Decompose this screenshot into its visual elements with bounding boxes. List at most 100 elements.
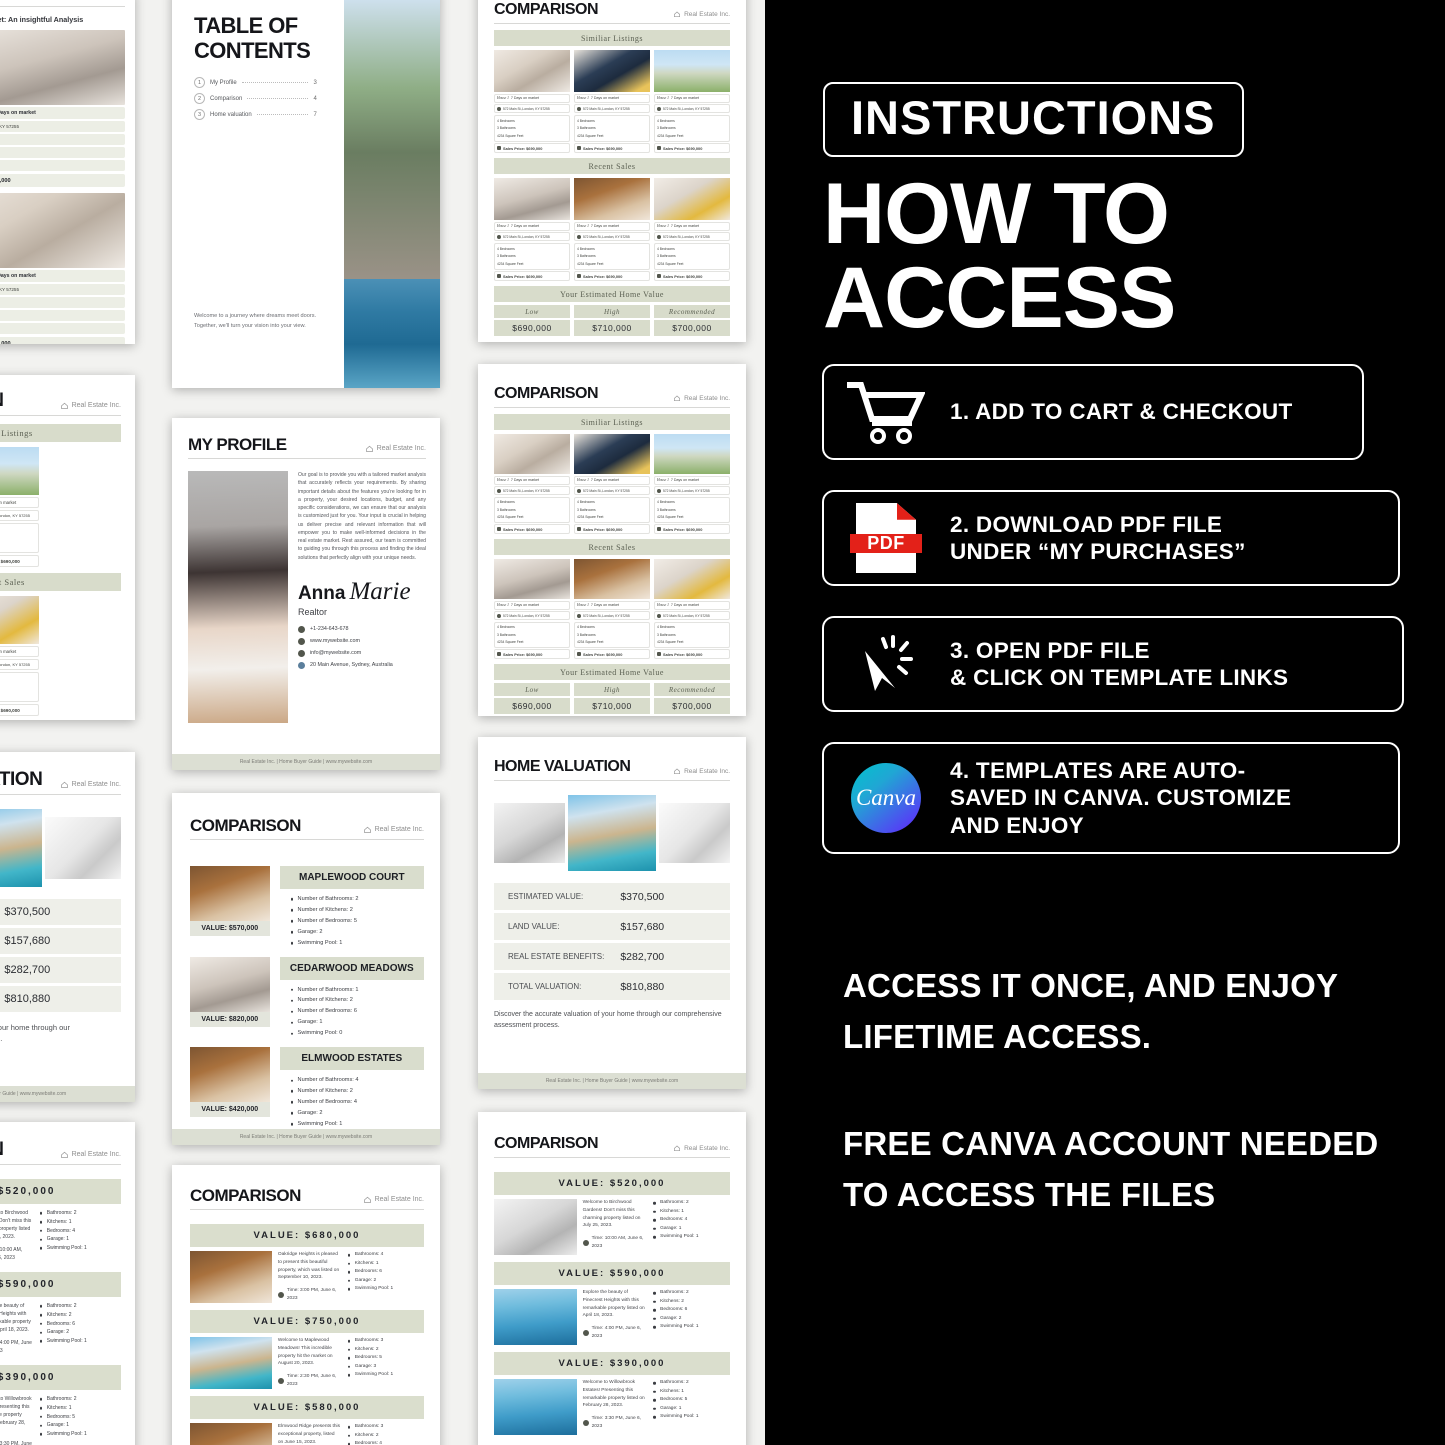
- step-download-pdf[interactable]: PDF 2. DOWNLOAD PDF FILE UNDER “MY PURCH…: [822, 490, 1400, 586]
- house-label: House 1: [577, 603, 589, 607]
- listing-card[interactable]: House 17 Days on market 572 Main St.,Lon…: [654, 50, 730, 153]
- clock-icon: [277, 1291, 284, 1298]
- listing-time: Time: 10:00 AM, June 6, 2023: [591, 1236, 644, 1249]
- page-home-valuation[interactable]: HOME VALUATION Real Estate Inc. ESTIMATE…: [478, 737, 746, 1089]
- section-similar-listings: Similiar Listings: [494, 414, 730, 430]
- page-footer: Real Estate Inc. | Home Buyer Guide | ww…: [478, 1073, 746, 1089]
- listing-card[interactable]: House 17 Days on market 572 Main St.,Lon…: [574, 559, 650, 659]
- property-name: CEDARWOOD MEADOWS: [279, 956, 424, 980]
- page-comparison-values-a[interactable]: COMPARISON Real Estate Inc. VALUE: $680,…: [172, 1165, 440, 1445]
- brand-logo: Real Estate Inc.: [673, 1144, 730, 1152]
- toc-welcome-text: Welcome to a journey where dreams meet d…: [194, 313, 317, 330]
- page-comparison-values-partial[interactable]: COMPARISON Real Estate Inc. VALUE: $520,…: [0, 1122, 135, 1445]
- spec-list: Bathrooms: 2 Kitchens: 2 Bedrooms: 6 Gar…: [652, 1289, 730, 1345]
- spec-item: Kitchens: 2: [660, 1298, 730, 1307]
- spec-item: Number of Kitchens: 2: [298, 905, 424, 916]
- property-name: MAPLEWOOD COURT: [279, 866, 424, 889]
- step-canva-templates[interactable]: Canva 4. TEMPLATES ARE AUTO- SAVED IN CA…: [822, 742, 1400, 854]
- page-comparison-listings-top[interactable]: COMPARISON Real Estate Inc. Similiar Lis…: [478, 0, 746, 342]
- house-badge-icon: [60, 1151, 68, 1158]
- contact-address[interactable]: 20 Main Avenue, Sydney, Australia: [297, 661, 426, 669]
- days-on-market: 7 Days on market: [0, 273, 36, 279]
- section-recent-sales: Recent Sales: [494, 539, 730, 555]
- listing-card[interactable]: House 17 Days on market 572 Main St.,Lon…: [494, 50, 570, 153]
- page-comparison-values-b[interactable]: COMPARISON Real Estate Inc. VALUE: $520,…: [478, 1112, 746, 1445]
- property-photo: [494, 50, 570, 92]
- brand-name: Real Estate Inc.: [374, 1196, 424, 1203]
- listing-card[interactable]: House 1 7 Days on market 572 Main St.,Lo…: [0, 193, 125, 344]
- page-title: MY PROFILE: [188, 435, 287, 454]
- address: 572 Main St.,London, KY 57255: [663, 106, 710, 111]
- toc-entry[interactable]: 3 Home valuation 7: [194, 109, 317, 121]
- page-home-valuation-partial[interactable]: HOME VALUATION Real Estate Inc. ESTIMATE…: [0, 752, 135, 1102]
- clock-icon: [582, 1239, 589, 1246]
- address: 572 Main St.,London, KY 57255: [663, 613, 710, 618]
- step-add-to-cart[interactable]: 1. ADD TO CART & CHECKOUT: [822, 364, 1364, 460]
- price-tag-icon: [577, 146, 581, 150]
- price-tag-icon: [657, 274, 661, 278]
- valuation-value: $810,880: [620, 980, 665, 993]
- listing-card[interactable]: House 17 Days on market 572 Main St.,Lon…: [0, 596, 39, 716]
- contact-website[interactable]: www.mywebsite.com: [297, 637, 426, 645]
- toc-entry[interactable]: 2 Comparison 4: [194, 93, 317, 105]
- listing-card[interactable]: House 17 Days on market 572 Main St.,Lon…: [574, 434, 650, 534]
- listing-card[interactable]: House 17 Days on market 572 Main St.,Lon…: [494, 178, 570, 281]
- listing-card[interactable]: House 17 Days on market 572 Main St.,Lon…: [0, 447, 39, 567]
- address: 572 Main St.,London, KY 57255: [503, 106, 550, 111]
- page-comparison-listings-partial[interactable]: COMPARISON Real Estate Inc. Similiar Lis…: [0, 375, 135, 720]
- market-heading: Real Estate Market: An insightful Analys…: [0, 15, 84, 24]
- contact-email[interactable]: info@mywebsite.com: [297, 649, 426, 657]
- value-header: VALUE: $390,000: [494, 1352, 730, 1375]
- section-estimated-value: Your Estimated Home Value: [494, 664, 730, 680]
- step-open-pdf[interactable]: 3. OPEN PDF FILE & CLICK ON TEMPLATE LIN…: [822, 616, 1404, 712]
- canva-label: Canva: [855, 785, 917, 810]
- square-feet: 4234 Square Feet: [657, 261, 684, 266]
- days-on-market: 7 Days on market: [670, 478, 700, 482]
- spec-list: Number of Bathrooms: 4 Number of Kitchen…: [280, 1075, 424, 1130]
- listing-time: Time: 4:00 PM, June 6, 2023: [591, 1326, 642, 1339]
- listing-card[interactable]: House 17 Days on market 572 Main St.,Lon…: [654, 559, 730, 659]
- step-label: 2. DOWNLOAD PDF FILE UNDER “MY PURCHASES…: [950, 511, 1246, 566]
- page-table-of-contents[interactable]: TABLE OF CONTENTS 1 My Profile 3 2 Compa…: [172, 0, 440, 388]
- spec-item: Swimming Pool: 1: [47, 1430, 121, 1439]
- bathrooms: 3 Bathrooms: [497, 254, 516, 258]
- page-title: COMPARISON: [494, 1, 599, 18]
- valuation-value: $282,700: [4, 964, 51, 976]
- property-photo: [494, 1379, 577, 1435]
- listing-card[interactable]: House 17 Days on market 572 Main St.,Lon…: [494, 434, 570, 534]
- bedrooms: 4 Bedrooms: [657, 246, 675, 251]
- toc-entry[interactable]: 1 My Profile 3: [194, 77, 317, 89]
- estimate-label: Low: [494, 305, 570, 318]
- listing-card[interactable]: House 17 Days on market 572 Main St.,Lon…: [574, 50, 650, 153]
- page-market-analysis-partial[interactable]: Real Estate Market: An insightful Analys…: [0, 0, 135, 344]
- property-photo: [190, 1337, 272, 1389]
- house-badge-icon: [363, 826, 371, 833]
- valuation-value: $370,500: [620, 890, 665, 903]
- page-my-profile[interactable]: MY PROFILE Real Estate Inc. Our goal is …: [172, 418, 440, 770]
- instructions-badge: INSTRUCTIONS: [823, 82, 1244, 157]
- price-tag-icon: [497, 146, 501, 150]
- sales-price: Sales Price: $690,000: [583, 651, 623, 657]
- days-on-market: 7 Days on market: [510, 478, 540, 482]
- listing-card[interactable]: House 17 Days on market 572 Main St.,Lon…: [654, 178, 730, 281]
- spec-item: Bathrooms: 2: [47, 1302, 121, 1311]
- listing-card[interactable]: House 17 Days on market 572 Main St.,Lon…: [494, 559, 570, 659]
- price-tag-icon: [577, 652, 581, 656]
- clock-icon: [582, 1419, 589, 1426]
- contact-phone[interactable]: +1-234-643-678: [297, 625, 426, 633]
- spec-list: Bathrooms: 2 Kitchens: 1 Bedrooms: 4 Gar…: [652, 1199, 730, 1255]
- listing-card[interactable]: House 17 Days on market 572 Main St.,Lon…: [574, 178, 650, 281]
- bathrooms: 3 Bathrooms: [657, 126, 676, 130]
- spec-list: Bathrooms: 2 Kitchens: 1 Bedrooms: 5 Gar…: [652, 1379, 730, 1435]
- listing-card[interactable]: House 1 7 Days on market 572 Main St.,Lo…: [0, 30, 125, 187]
- brand-name: Real Estate Inc.: [684, 767, 730, 775]
- valuation-note: Discover the accurate valuation of your …: [0, 1023, 70, 1044]
- days-on-market: 7 Days on market: [510, 224, 540, 228]
- page-comparison-listings-mid[interactable]: COMPARISON Real Estate Inc. Similiar Lis…: [478, 364, 746, 716]
- property-photo: [190, 1047, 270, 1103]
- listing-card[interactable]: House 17 Days on market 572 Main St.,Lon…: [654, 434, 730, 534]
- spec-list: Number of Bathrooms: 1 Number of Kitchen…: [280, 985, 424, 1040]
- property-photo: [190, 956, 270, 1012]
- spec-item: Bathrooms: 2: [47, 1395, 121, 1404]
- page-comparison-properties[interactable]: COMPARISON Real Estate Inc. VALUE: $570,…: [172, 793, 440, 1145]
